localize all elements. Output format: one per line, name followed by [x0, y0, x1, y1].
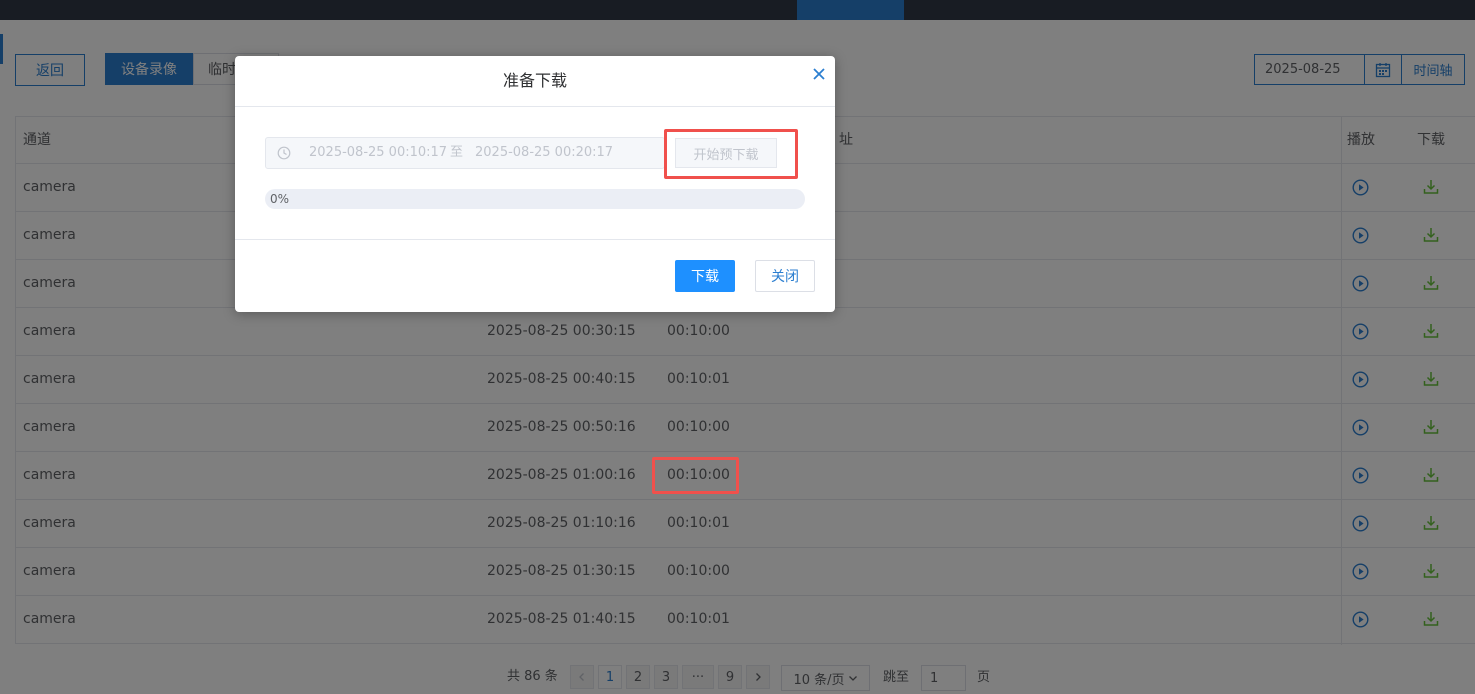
dialog-close-button[interactable]: [809, 64, 829, 84]
dialog-footer-divider: [235, 239, 835, 240]
clock-icon: [277, 146, 291, 160]
progress-text: 0%: [270, 192, 290, 206]
download-dialog: 准备下载 2025-08-25 00:10:17 至 2025-08-25 00…: [235, 56, 835, 312]
highlight-pre-download: [664, 129, 798, 179]
range-end-time: 2025-08-25 00:20:17: [475, 145, 614, 160]
download-button[interactable]: 下载: [675, 260, 735, 292]
dialog-title: 准备下载: [502, 71, 567, 90]
close-icon: [813, 68, 825, 80]
highlight-duration-cell: [652, 457, 739, 494]
time-range-picker[interactable]: 2025-08-25 00:10:17 至 2025-08-25 00:20:1…: [265, 137, 665, 169]
dialog-divider: [235, 106, 835, 107]
range-separator: 至: [450, 145, 464, 160]
close-button[interactable]: 关闭: [755, 260, 815, 292]
range-start-time: 2025-08-25 00:10:17: [309, 145, 448, 160]
download-progress-bar: 0%: [265, 189, 805, 209]
